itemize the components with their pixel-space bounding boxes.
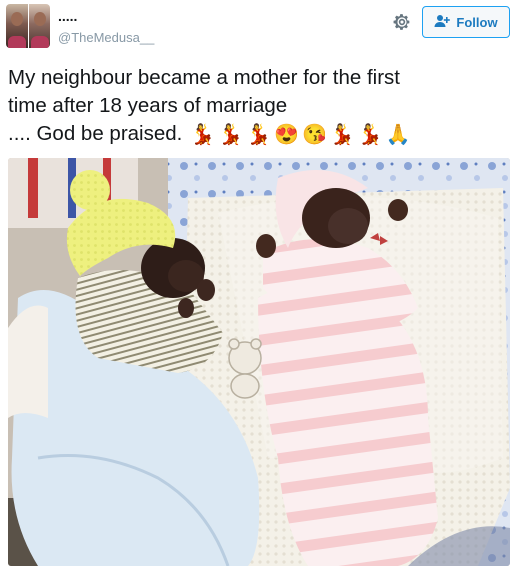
avatar[interactable] bbox=[6, 4, 50, 48]
user-handle[interactable]: @TheMedusa__ bbox=[58, 30, 154, 45]
avatar-left-photo bbox=[6, 4, 28, 48]
tweet-text: My neighbour became a mother for the fir… bbox=[8, 64, 508, 149]
follow-button-label: Follow bbox=[456, 14, 498, 30]
follow-button[interactable]: Follow bbox=[422, 6, 510, 38]
tweet-photo[interactable] bbox=[8, 158, 510, 566]
babies-photo-illustration bbox=[8, 158, 510, 566]
gear-icon[interactable] bbox=[391, 11, 413, 33]
tweet-emojis: 💃💃💃😍😘💃💃🙏 bbox=[190, 123, 414, 146]
tweet-text-line-2: time after 18 years of marriage bbox=[8, 94, 288, 117]
tweet-text-line-3-text: .... God be praised. bbox=[8, 122, 183, 145]
avatar-right-photo bbox=[27, 4, 50, 48]
user-display-name[interactable]: ..... bbox=[58, 8, 77, 24]
add-user-icon bbox=[434, 14, 451, 31]
tweet-text-line-3: .... God be praised. 💃💃💃😍😘💃💃🙏 bbox=[8, 120, 508, 149]
tweet-text-line-1: My neighbour became a mother for the fir… bbox=[8, 66, 400, 89]
